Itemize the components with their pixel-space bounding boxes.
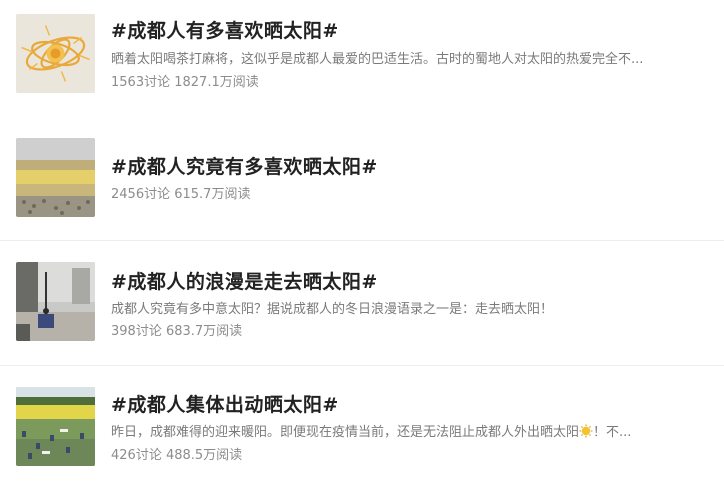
- topic-title[interactable]: #成都人究竟有多喜欢晒太阳#: [111, 152, 378, 179]
- crowd-photo: [16, 138, 95, 217]
- topic-description: 成都人究竟有多中意太阳？据说成都人的冬日浪漫语录之一是：走去晒太阳！: [111, 302, 554, 317]
- topic-thumbnail[interactable]: [16, 138, 95, 217]
- topic-thumbnail[interactable]: [16, 14, 95, 93]
- topic-stats: 398讨论 683.7万阅读: [111, 320, 242, 339]
- discussion-count: 2456讨论: [111, 187, 171, 202]
- topic-item[interactable]: #成都人究竟有多喜欢晒太阳# 2456讨论 615.7万阅读: [0, 115, 724, 240]
- topic-stats: 1563讨论 1827.1万阅读: [111, 71, 259, 90]
- description-text: 昨日，成都难得的迎来暖阳。即便现在疫情当前，还是无法阻止成都人外出晒太阳: [111, 425, 580, 440]
- description-text-end: ！不...: [593, 425, 632, 440]
- park-photo: [16, 387, 95, 466]
- topic-title[interactable]: #成都人的浪漫是走去晒太阳#: [111, 267, 378, 294]
- read-count: 488.5万阅读: [165, 448, 243, 463]
- discussion-count: 426讨论: [111, 448, 162, 463]
- read-count: 1827.1万阅读: [174, 75, 259, 90]
- street-photo: [16, 262, 95, 341]
- sun-art-icon: [16, 14, 95, 93]
- topic-item[interactable]: #成都人有多喜欢晒太阳# 晒着太阳喝茶打麻将，这似乎是成都人最爱的巴适生活。古时…: [0, 0, 724, 115]
- topic-description: 晒着太阳喝茶打麻将，这似乎是成都人最爱的巴适生活。古时的蜀地人对太阳的热爱完全不…: [111, 52, 644, 67]
- read-count: 615.7万阅读: [174, 187, 251, 202]
- topic-stats: 426讨论 488.5万阅读: [111, 444, 242, 463]
- topic-item[interactable]: #成都人的浪漫是走去晒太阳# 成都人究竟有多中意太阳？据说成都人的冬日浪漫语录之…: [0, 241, 724, 365]
- topic-description: 昨日，成都难得的迎来暖阳。即便现在疫情当前，还是无法阻止成都人外出晒太阳 ！不..…: [111, 421, 681, 440]
- sun-icon: [579, 424, 593, 438]
- topic-thumbnail[interactable]: [16, 262, 95, 341]
- discussion-count: 398讨论: [111, 324, 162, 339]
- topic-stats: 2456讨论 615.7万阅读: [111, 183, 250, 202]
- topic-title[interactable]: #成都人有多喜欢晒太阳#: [111, 16, 339, 43]
- topic-item[interactable]: #成都人集体出动晒太阳# 昨日，成都难得的迎来暖阳。即便现在疫情当前，还是无法阻…: [0, 366, 724, 486]
- topic-title[interactable]: #成都人集体出动晒太阳#: [111, 390, 339, 417]
- discussion-count: 1563讨论: [111, 75, 171, 90]
- read-count: 683.7万阅读: [165, 324, 243, 339]
- topic-thumbnail[interactable]: [16, 387, 95, 466]
